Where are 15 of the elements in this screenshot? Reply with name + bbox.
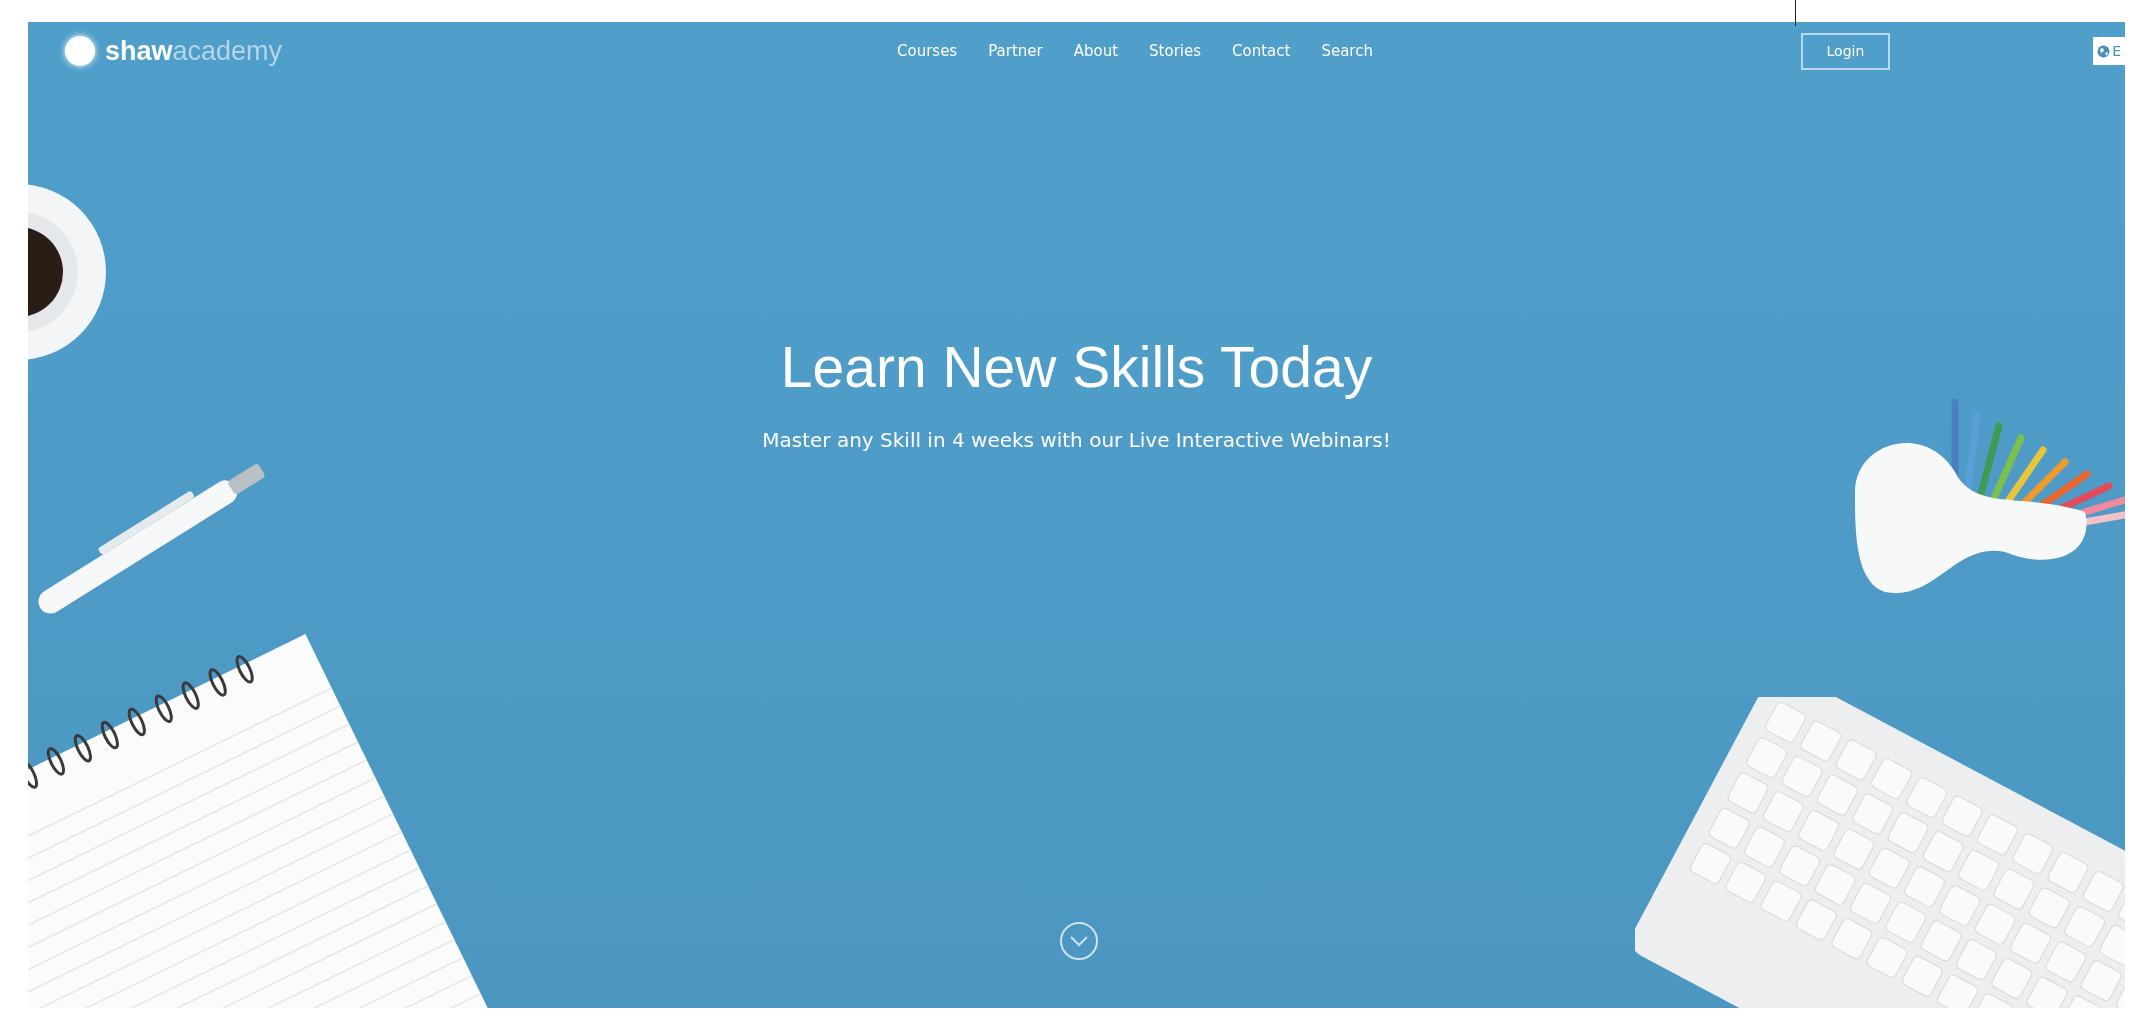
leader-line <box>1795 0 1796 26</box>
logo-icon <box>65 36 95 66</box>
nav-link[interactable]: About <box>1073 42 1119 60</box>
globe-icon <box>2097 44 2111 58</box>
language-button[interactable]: E <box>2093 37 2125 65</box>
nav-link[interactable]: Partner <box>988 42 1043 60</box>
nav-link[interactable]: Search <box>1321 42 1373 60</box>
hero-title: Learn New Skills Today <box>779 334 1374 400</box>
scroll-down-icon[interactable] <box>1059 921 1099 961</box>
login-button[interactable]: Login <box>1800 32 1890 70</box>
nav-link[interactable]: Courses <box>897 42 958 60</box>
nav-link[interactable]: Contact <box>1232 42 1291 60</box>
logo-text[interactable]: shawacademy <box>105 35 283 67</box>
hero-subtitle: Master any Skill in 4 weeks with our Live Interactive Webinars! <box>761 428 1392 452</box>
nav-link[interactable]: Stories <box>1149 42 1202 60</box>
